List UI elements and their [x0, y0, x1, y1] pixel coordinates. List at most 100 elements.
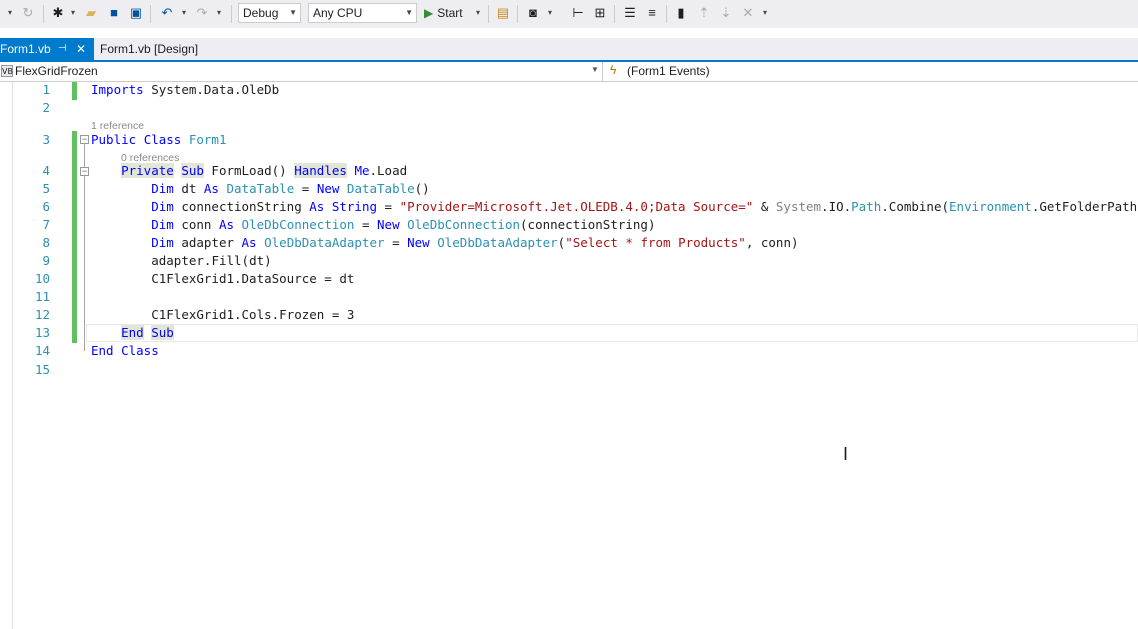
string-literal: "Select * from Products" — [565, 235, 746, 250]
type-dropdown-value: FlexGridFrozen — [15, 64, 98, 78]
tab-form1-vb[interactable]: Form1.vb ⊣ ✕ — [0, 38, 94, 60]
line-number: 2 — [42, 100, 50, 115]
chevron-down-icon: ▼ — [289, 8, 297, 17]
solution-platform-value: Any CPU — [313, 6, 363, 20]
type-name: Path — [851, 199, 882, 214]
code-text: connectionString — [173, 199, 310, 214]
next-bookmark-icon[interactable]: ⇣ — [718, 5, 734, 21]
keyword: Dim — [151, 181, 174, 196]
code-text: adapter — [173, 235, 242, 250]
line-number: 5 — [42, 181, 50, 196]
code-text: conn — [173, 217, 219, 232]
bookmark-icon[interactable]: ▮ — [673, 5, 689, 21]
keyword: Sub — [151, 325, 174, 340]
type-name: OleDbDataAdapter — [264, 235, 385, 250]
code-text: C1FlexGrid1.DataSource = dt — [151, 271, 355, 286]
open-file-icon[interactable]: ▰ — [83, 5, 99, 21]
save-all-icon[interactable]: ▣ — [128, 5, 144, 21]
code-line-6[interactable]: Dim connectionString As String = "Provid… — [91, 198, 1137, 216]
line-number: 4 — [42, 163, 50, 178]
back-dropdown-icon[interactable]: ▾ — [6, 8, 14, 18]
code-line-12[interactable]: C1FlexGrid1.Cols.Frozen = 3 — [91, 306, 354, 324]
screenshot-dropdown-icon[interactable]: ▾ — [546, 8, 554, 18]
browse-folder-icon[interactable]: ▤ — [495, 5, 511, 21]
keyword: End — [121, 325, 144, 340]
navigation-bar: VB FlexGridFrozen ▼ ϟ (Form1 Events) — [0, 62, 1138, 82]
code-text: adapter. — [151, 253, 212, 268]
code-line-1[interactable]: Imports System.Data.OleDb — [91, 81, 279, 99]
undo-icon[interactable]: ↶ — [159, 5, 175, 21]
collapse-sub-icon[interactable]: − — [80, 167, 89, 176]
keyword: End — [91, 343, 114, 358]
type-name: DataTable — [226, 181, 295, 196]
type-name: DataTable — [346, 181, 415, 196]
comment-lines-icon[interactable]: ☰ — [622, 5, 638, 21]
string-literal: "Provider=Microsoft.Jet.OLEDB.4.0;Data S… — [399, 199, 754, 214]
code-line-9[interactable]: adapter.Fill(dt) — [91, 252, 272, 270]
code-text: (dt) — [241, 253, 272, 268]
code-line-7[interactable]: Dim conn As OleDbConnection = New OleDbC… — [91, 216, 655, 234]
code-text: & — [753, 199, 776, 214]
code-text: = — [354, 217, 378, 232]
code-line-4[interactable]: Private Sub FormLoad() Handles Me.Load — [91, 162, 407, 180]
keyword: Public — [91, 132, 137, 147]
solution-configuration-select[interactable]: Debug ▼ — [238, 3, 301, 23]
line-number: 6 — [42, 199, 50, 214]
member-dropdown[interactable]: ϟ (Form1 Events) — [606, 62, 1138, 81]
solution-platform-select[interactable]: Any CPU ▼ — [308, 3, 417, 23]
code-line-8[interactable]: Dim adapter As OleDbDataAdapter = New Ol… — [91, 234, 799, 252]
close-icon[interactable]: ✕ — [76, 38, 86, 60]
new-project-dropdown-icon[interactable]: ▾ — [69, 8, 77, 18]
step-into-icon[interactable]: ⊢ — [570, 5, 586, 21]
previous-bookmark-icon[interactable]: ⇡ — [696, 5, 712, 21]
code-line-10[interactable]: C1FlexGrid1.DataSource = dt — [91, 270, 354, 288]
start-dropdown-icon[interactable]: ▾ — [474, 8, 482, 18]
play-icon: ▶ — [424, 6, 434, 20]
redo-icon[interactable]: ↷ — [194, 5, 210, 21]
toolbar-overflow-icon[interactable]: ▾ — [761, 8, 769, 18]
pin-icon[interactable]: ⊣ — [58, 38, 67, 60]
line-number: 1 — [42, 82, 50, 97]
code-line-14[interactable]: End Class — [91, 342, 159, 360]
step-over-icon[interactable]: ⊞ — [592, 5, 608, 21]
forward-icon[interactable]: ↻ — [20, 5, 36, 21]
text-cursor-icon: I — [843, 444, 849, 464]
code-line-5[interactable]: Dim dt As DataTable = New DataTable() — [91, 180, 430, 198]
type-name: OleDbConnection — [407, 217, 521, 232]
code-editor[interactable]: 1 2 3 4 5 6 7 8 9 10 11 12 13 14 15 − − … — [0, 82, 1138, 629]
new-project-icon[interactable]: ✱ — [50, 5, 66, 21]
start-button[interactable]: ▶ Start — [424, 4, 463, 22]
keyword: New — [316, 181, 340, 196]
code-text: System.Data.OleDb — [143, 82, 280, 97]
code-text: , conn) — [745, 235, 799, 250]
code-line-3[interactable]: Public Class Form1 — [91, 131, 227, 149]
clear-bookmarks-icon[interactable]: ✕ — [740, 5, 756, 21]
uncomment-lines-icon[interactable]: ≡ — [644, 5, 660, 21]
code-line-13[interactable]: End Sub — [91, 324, 174, 342]
toolbar-separator — [488, 5, 489, 23]
keyword: Sub — [181, 163, 204, 178]
event-icon: ϟ — [610, 63, 617, 77]
tab-form1-design[interactable]: Form1.vb [Design] — [94, 38, 204, 60]
toolbar-separator — [517, 5, 518, 23]
save-icon[interactable]: ■ — [106, 5, 122, 21]
toolbar-separator — [150, 5, 151, 23]
screenshot-icon[interactable]: ◙ — [525, 5, 541, 21]
keyword: Dim — [151, 199, 174, 214]
keyword: Handles — [294, 163, 347, 178]
document-tabs: Form1.vb ⊣ ✕ Form1.vb [Design] — [0, 38, 1138, 62]
collapse-class-icon[interactable]: − — [80, 135, 89, 144]
undo-dropdown-icon[interactable]: ▾ — [180, 8, 188, 18]
line-number: 12 — [34, 307, 50, 322]
type-dropdown[interactable]: VB FlexGridFrozen ▼ — [0, 62, 603, 81]
saved-change-marker — [72, 131, 77, 343]
chevron-down-icon: ▼ — [405, 8, 413, 17]
type-name: OleDbConnection — [241, 217, 355, 232]
toolbar-separator — [43, 5, 44, 23]
redo-dropdown-icon[interactable]: ▾ — [215, 8, 223, 18]
